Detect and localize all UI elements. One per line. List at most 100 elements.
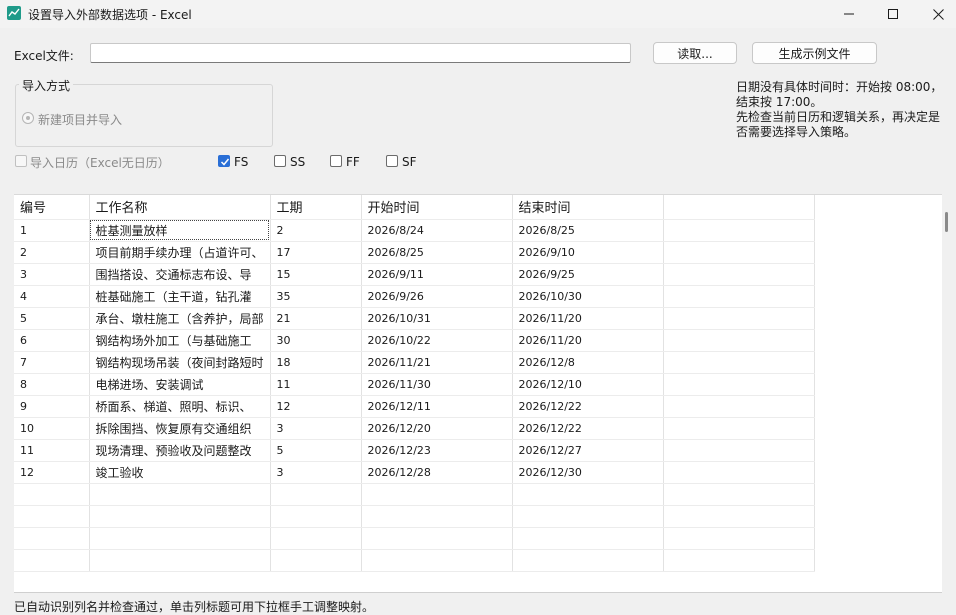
- empty-cell[interactable]: [663, 527, 815, 550]
- header-id[interactable]: 编号: [14, 195, 90, 220]
- table-row[interactable]: 6 钢结构场外加工（与基础施工 30 2026/10/22 2026/11/20: [14, 329, 815, 352]
- cell-start[interactable]: 2026/8/24: [361, 219, 513, 242]
- cell-extra[interactable]: [663, 351, 815, 374]
- cell-task-name[interactable]: 桥面系、梯道、照明、标识、: [89, 395, 271, 418]
- cell-start[interactable]: 2026/9/11: [361, 263, 513, 286]
- empty-cell[interactable]: [361, 527, 513, 550]
- cell-extra[interactable]: [663, 219, 815, 242]
- read-button[interactable]: 读取...: [653, 42, 737, 64]
- fs-checkbox[interactable]: [218, 155, 230, 167]
- cell-task-name[interactable]: 竣工验收: [89, 461, 271, 484]
- cell-id[interactable]: 10: [14, 417, 90, 440]
- cell-id[interactable]: 12: [14, 461, 90, 484]
- import-calendar-checkbox[interactable]: [15, 155, 27, 167]
- cell-start[interactable]: 2026/10/31: [361, 307, 513, 330]
- cell-finish[interactable]: 2026/11/20: [512, 329, 664, 352]
- cell-id[interactable]: 7: [14, 351, 90, 374]
- table-row[interactable]: 1 桩基测量放样 2 2026/8/24 2026/8/25: [14, 219, 815, 242]
- cell-task-name[interactable]: 围挡搭设、交通标志布设、导: [89, 263, 271, 286]
- cell-finish[interactable]: 2026/12/22: [512, 417, 664, 440]
- cell-duration[interactable]: 21: [270, 307, 362, 330]
- empty-cell[interactable]: [663, 483, 815, 506]
- excel-file-path-input[interactable]: [90, 43, 631, 63]
- empty-cell[interactable]: [14, 527, 90, 550]
- cell-duration[interactable]: 15: [270, 263, 362, 286]
- cell-finish[interactable]: 2026/12/8: [512, 351, 664, 374]
- table-row[interactable]: 8 电梯进场、安装调试 11 2026/11/30 2026/12/10: [14, 373, 815, 396]
- cell-duration[interactable]: 12: [270, 395, 362, 418]
- empty-cell[interactable]: [270, 483, 362, 506]
- empty-cell[interactable]: [14, 483, 90, 506]
- cell-duration[interactable]: 11: [270, 373, 362, 396]
- cell-start[interactable]: 2026/9/26: [361, 285, 513, 308]
- cell-id[interactable]: 3: [14, 263, 90, 286]
- cell-id[interactable]: 6: [14, 329, 90, 352]
- header-start[interactable]: 开始时间: [361, 195, 513, 220]
- cell-extra[interactable]: [663, 329, 815, 352]
- cell-finish[interactable]: 2026/9/25: [512, 263, 664, 286]
- cell-id[interactable]: 2: [14, 241, 90, 264]
- cell-id[interactable]: 9: [14, 395, 90, 418]
- cell-extra[interactable]: [663, 439, 815, 462]
- data-grid[interactable]: 编号 工作名称 工期 开始时间 结束时间 1 桩基测量放样 2 2026/8/24 20…: [14, 194, 942, 593]
- ff-checkbox[interactable]: [330, 155, 342, 167]
- header-extra[interactable]: [663, 195, 815, 220]
- cell-extra[interactable]: [663, 395, 815, 418]
- empty-cell[interactable]: [89, 483, 271, 506]
- empty-cell[interactable]: [361, 483, 513, 506]
- header-task-name[interactable]: 工作名称: [89, 195, 271, 220]
- cell-duration[interactable]: 30: [270, 329, 362, 352]
- cell-finish[interactable]: 2026/11/20: [512, 307, 664, 330]
- cell-duration[interactable]: 18: [270, 351, 362, 374]
- empty-cell[interactable]: [361, 549, 513, 572]
- empty-cell[interactable]: [89, 527, 271, 550]
- table-row[interactable]: 5 承台、墩柱施工（含养护，局部 21 2026/10/31 2026/11/20: [14, 307, 815, 330]
- grid-scrollbar-thumb[interactable]: [945, 212, 948, 232]
- cell-id[interactable]: 5: [14, 307, 90, 330]
- cell-id[interactable]: 11: [14, 439, 90, 462]
- cell-task-name[interactable]: 现场清理、预验收及问题整改: [89, 439, 271, 462]
- cell-task-name[interactable]: 项目前期手续办理（占道许可、: [89, 241, 271, 264]
- empty-row[interactable]: [14, 483, 815, 506]
- cell-start[interactable]: 2026/12/23: [361, 439, 513, 462]
- table-row[interactable]: 2 项目前期手续办理（占道许可、 17 2026/8/25 2026/9/10: [14, 241, 815, 264]
- cell-finish[interactable]: 2026/12/10: [512, 373, 664, 396]
- empty-cell[interactable]: [89, 505, 271, 528]
- cell-finish[interactable]: 2026/12/27: [512, 439, 664, 462]
- cell-duration[interactable]: 35: [270, 285, 362, 308]
- cell-task-name[interactable]: 桩基测量放样: [89, 219, 271, 242]
- cell-extra[interactable]: [663, 373, 815, 396]
- cell-duration[interactable]: 17: [270, 241, 362, 264]
- empty-row[interactable]: [14, 549, 815, 572]
- empty-cell[interactable]: [14, 549, 90, 572]
- table-row[interactable]: 10 拆除围挡、恢复原有交通组织 3 2026/12/20 2026/12/22: [14, 417, 815, 440]
- cell-task-name[interactable]: 钢结构现场吊装（夜间封路短时: [89, 351, 271, 374]
- empty-row[interactable]: [14, 527, 815, 550]
- generate-sample-button[interactable]: 生成示例文件: [752, 42, 877, 64]
- cell-duration[interactable]: 5: [270, 439, 362, 462]
- empty-row[interactable]: [14, 505, 815, 528]
- header-duration[interactable]: 工期: [270, 195, 362, 220]
- new-project-radio[interactable]: [22, 112, 34, 124]
- cell-id[interactable]: 1: [14, 219, 90, 242]
- empty-cell[interactable]: [89, 549, 271, 572]
- ss-checkbox[interactable]: [274, 155, 286, 167]
- empty-cell[interactable]: [14, 505, 90, 528]
- cell-duration[interactable]: 3: [270, 417, 362, 440]
- header-finish[interactable]: 结束时间: [512, 195, 664, 220]
- empty-cell[interactable]: [270, 527, 362, 550]
- empty-cell[interactable]: [663, 505, 815, 528]
- cell-start[interactable]: 2026/11/30: [361, 373, 513, 396]
- empty-cell[interactable]: [270, 549, 362, 572]
- cell-finish[interactable]: 2026/12/22: [512, 395, 664, 418]
- cell-extra[interactable]: [663, 285, 815, 308]
- empty-cell[interactable]: [512, 527, 664, 550]
- cell-task-name[interactable]: 拆除围挡、恢复原有交通组织: [89, 417, 271, 440]
- cell-finish[interactable]: 2026/12/30: [512, 461, 664, 484]
- cell-start[interactable]: 2026/12/20: [361, 417, 513, 440]
- cell-task-name[interactable]: 电梯进场、安装调试: [89, 373, 271, 396]
- cell-start[interactable]: 2026/12/11: [361, 395, 513, 418]
- close-button[interactable]: [915, 0, 956, 28]
- cell-extra[interactable]: [663, 417, 815, 440]
- cell-extra[interactable]: [663, 307, 815, 330]
